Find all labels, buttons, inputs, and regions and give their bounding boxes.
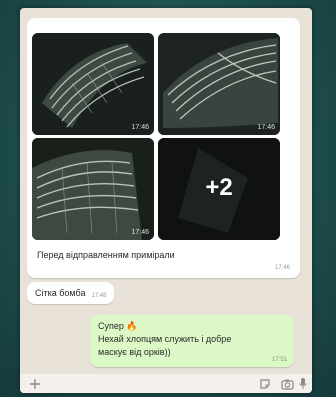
message-time: 17:51 <box>271 357 287 363</box>
camera-icon[interactable] <box>278 374 296 393</box>
more-photos-count: +2 <box>205 174 233 201</box>
photo-time: 17:46 <box>131 124 149 131</box>
photo-time: 17:46 <box>257 124 275 131</box>
message-text: Сітка бомба <box>35 288 86 298</box>
photo-thumbnail-more[interactable]: +2 <box>158 138 280 240</box>
photo-thumbnail[interactable]: 17:46 <box>32 138 154 240</box>
net-photo-image <box>32 138 154 240</box>
outgoing-message[interactable]: Супер 🔥 Нехай хлопцям служить і добре ма… <box>90 315 294 367</box>
message-text-line: Супер 🔥 <box>98 321 138 331</box>
plus-icon[interactable] <box>26 374 44 393</box>
net-photo-image <box>158 33 280 135</box>
message-text-line: маскує від орків)) <box>98 347 171 357</box>
photo-time: 17:46 <box>131 229 149 236</box>
mic-icon[interactable] <box>296 374 310 393</box>
message-time: 17:48 <box>91 293 107 299</box>
sticker-icon[interactable] <box>256 374 274 393</box>
message-input-bar[interactable] <box>20 374 312 393</box>
photo-thumbnail[interactable]: 17:46 <box>158 33 280 135</box>
message-time: 17:46 <box>274 265 290 271</box>
photo-caption: Перед відправленням примірали <box>37 250 175 260</box>
chat-screen: 17:46 17:46 17:46 +2 Перед відправленням… <box>20 8 312 393</box>
photo-album-bubble[interactable]: 17:46 17:46 17:46 +2 Перед відправленням… <box>27 18 300 278</box>
photo-thumbnail[interactable]: 17:46 <box>32 33 154 135</box>
message-text-line: Нехай хлопцям служить і добре <box>98 334 232 344</box>
incoming-message[interactable]: Сітка бомба 17:48 <box>27 282 115 304</box>
net-photo-image <box>32 33 154 135</box>
